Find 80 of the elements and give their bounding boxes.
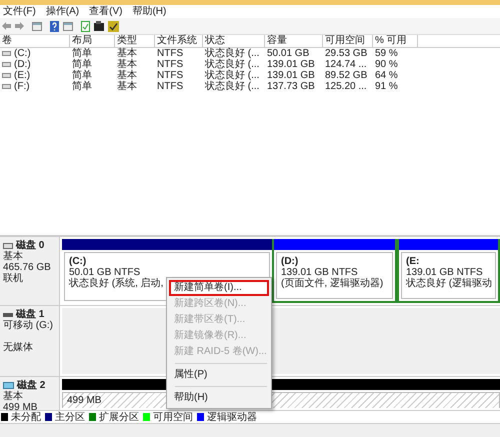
disk-name: 磁盘 0 <box>16 240 44 251</box>
menu-item[interactable]: 帮助(H) <box>167 390 271 406</box>
table-cell: 基本 <box>117 59 137 70</box>
menu-item[interactable]: 操作(A) <box>46 6 80 18</box>
table-cell: 59 % <box>375 48 398 59</box>
partition-block[interactable]: (E: 139.01 GB NTFS 状态良好 (逻辑驱动 <box>397 239 500 303</box>
partition-status: (页面文件, 逻辑驱动器) <box>281 278 384 289</box>
partition-size: 139.01 GB NTFS <box>281 267 359 278</box>
table-cell: NTFS <box>157 59 184 70</box>
table-cell: 125.20 ... <box>325 81 367 92</box>
table-cell: 139.01 GB <box>267 70 315 81</box>
check-icon[interactable] <box>108 20 119 32</box>
drive-icon <box>3 382 14 389</box>
table-cell: (D:) <box>14 59 31 70</box>
table-cell: 基本 <box>117 81 137 92</box>
legend-label: 可用空间 <box>153 410 193 424</box>
table-cell: 50.01 GB <box>267 48 310 59</box>
window-icon[interactable] <box>32 22 42 30</box>
table-cell: 简单 <box>72 81 92 92</box>
table-cell: 137.73 GB <box>267 81 315 92</box>
column-header[interactable]: 容量 <box>265 35 323 47</box>
table-cell: NTFS <box>157 48 184 59</box>
table-cell: 64 % <box>375 70 398 81</box>
table-cell: NTFS <box>157 70 184 81</box>
column-header[interactable]: 布局 <box>70 35 115 47</box>
partition-size: 50.01 GB NTFS <box>69 267 141 278</box>
menu-item[interactable]: 帮助(H) <box>132 6 166 18</box>
table-cell: 89.52 GB <box>325 70 368 81</box>
legend-label: 逻辑驱动器 <box>207 410 257 424</box>
table-cell: (F:) <box>14 81 30 92</box>
table-cell: (C:) <box>14 48 31 59</box>
column-header[interactable]: 类型 <box>115 35 155 47</box>
partition-label: (C:) <box>69 256 88 267</box>
table-cell: (E:) <box>14 70 30 81</box>
table-cell: 简单 <box>72 70 92 81</box>
partition-block[interactable]: (D:) 139.01 GB NTFS (页面文件, 逻辑驱动器) <box>272 239 397 303</box>
legend-label: 主分区 <box>55 410 85 424</box>
table-cell: 29.53 GB <box>325 48 368 59</box>
partition-status: 状态良好 (系统, 启动, <box>69 278 164 289</box>
table-cell: 状态良好 (... <box>205 81 260 92</box>
disk-name: 磁盘 2 <box>17 380 46 391</box>
partition-label: (E: <box>406 256 420 267</box>
disk-info: 465.76 GB <box>3 262 51 273</box>
table-cell: 91 % <box>375 81 398 92</box>
column-header[interactable]: 状态 <box>203 35 265 47</box>
disk-info: 基本 <box>3 251 23 262</box>
menu-item[interactable]: 新建简单卷(I)... <box>169 280 269 296</box>
legend-label: 扩展分区 <box>99 410 139 424</box>
disk-info: 基本 <box>3 391 23 402</box>
legend-label: 未分配 <box>11 410 41 424</box>
window-icon[interactable] <box>63 22 73 30</box>
table-cell: 状态良好 (... <box>205 59 260 70</box>
column-header[interactable]: 卷 <box>0 35 70 47</box>
column-header[interactable]: 文件系统 <box>155 35 203 47</box>
back-icon[interactable] <box>2 22 11 30</box>
table-cell: 状态良好 (... <box>205 48 260 59</box>
partition-size: 139.01 GB NTFS <box>406 267 484 278</box>
table-cell: 状态良好 (... <box>205 70 260 81</box>
table-cell: 124.74 ... <box>325 59 367 70</box>
column-header[interactable]: 可用空间 <box>323 35 373 47</box>
disk-info: 可移动 (G:) <box>3 320 53 331</box>
partition-status: 状态良好 (逻辑驱动 <box>406 278 492 289</box>
table-cell: 90 % <box>375 59 398 70</box>
partition-label: (D:) <box>281 256 300 267</box>
disk-info: 联机 <box>3 273 23 284</box>
help-icon[interactable] <box>50 20 59 32</box>
disk-info: 无媒体 <box>3 342 33 353</box>
table-cell: 基本 <box>117 48 137 59</box>
partition-size: 499 MB <box>67 395 102 406</box>
forward-icon[interactable] <box>15 22 24 30</box>
table-cell: 简单 <box>72 59 92 70</box>
table-cell: NTFS <box>157 81 184 92</box>
table-cell: 简单 <box>72 48 92 59</box>
table-cell: 基本 <box>117 70 137 81</box>
disk-name: 磁盘 1 <box>16 309 44 320</box>
column-header[interactable]: % 可用 <box>373 35 418 47</box>
table-cell: 139.01 GB <box>267 59 315 70</box>
menu-item[interactable]: 查看(V) <box>89 6 122 18</box>
menu-item[interactable]: 文件(F) <box>3 6 36 18</box>
disk-info: 499 MB <box>3 402 38 411</box>
